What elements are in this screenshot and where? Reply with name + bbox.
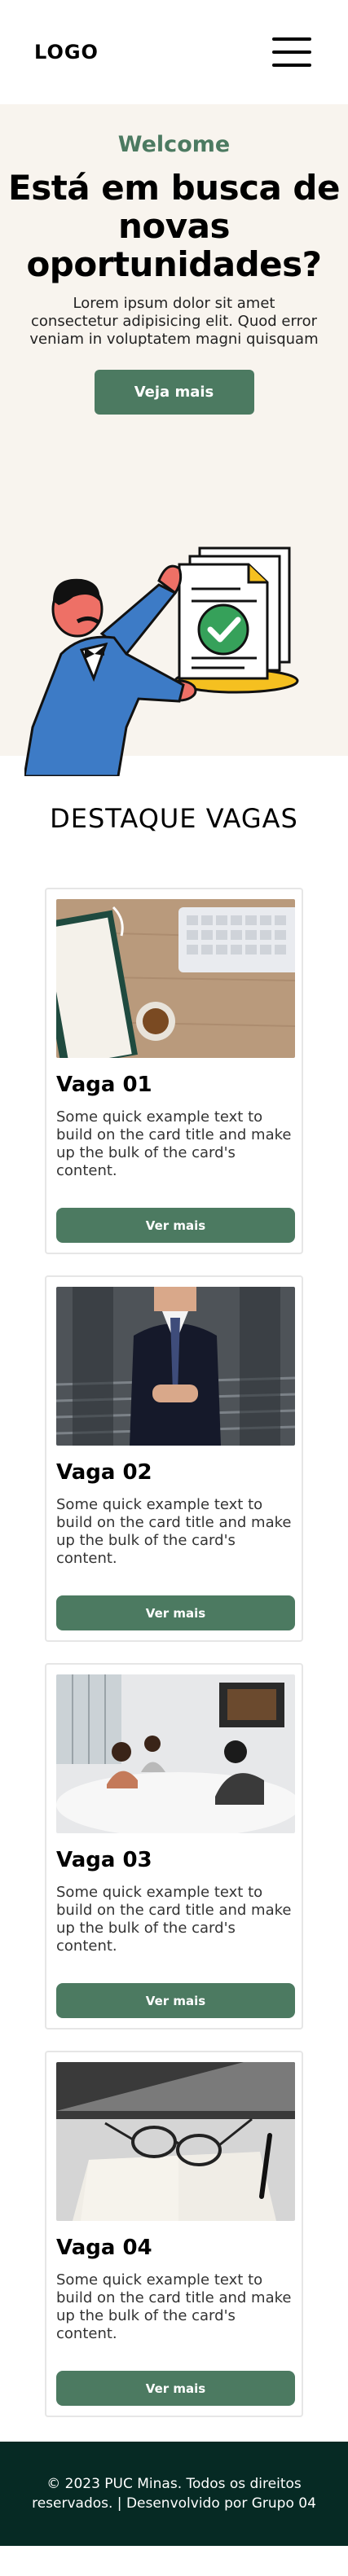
job-card: Vaga 03 Some quick example text to build… (45, 1663, 303, 2030)
hero-text: Lorem ipsum dolor sit amet consectetur a… (29, 295, 319, 348)
hamburger-menu-icon[interactable] (272, 37, 311, 67)
meeting-room-photo (56, 1674, 295, 1833)
desk-keyboard-coffee-photo (56, 899, 295, 1058)
job-card: Vaga 01 Some quick example text to build… (45, 888, 303, 1254)
menu-line (272, 64, 311, 67)
card-title: Vaga 04 (56, 2236, 152, 2260)
card-title: Vaga 02 (56, 1460, 152, 1485)
card-text: Some quick example text to build on the … (56, 1884, 292, 1955)
card-see-more-button[interactable]: Ver mais (56, 1595, 295, 1630)
card-text: Some quick example text to build on the … (56, 2271, 292, 2342)
footer-text: © 2023 PUC Minas. Todos os direitos rese… (32, 2476, 316, 2512)
hero-see-more-button[interactable]: Veja mais (94, 370, 254, 415)
menu-line (272, 50, 311, 54)
job-card: Vaga 02 Some quick example text to build… (45, 1275, 303, 1642)
job-card: Vaga 04 Some quick example text to build… (45, 2051, 303, 2417)
card-see-more-button[interactable]: Ver mais (56, 1208, 295, 1243)
hero-section: Welcome Está em busca de novas oportunid… (0, 104, 348, 776)
glasses-notebook-pen-photo (56, 2062, 295, 2221)
card-text: Some quick example text to build on the … (56, 1108, 292, 1179)
card-title: Vaga 03 (56, 1848, 152, 1872)
hero-welcome: Welcome (117, 132, 231, 157)
man-presenting-approved-documents-illustration (24, 546, 299, 776)
card-see-more-button[interactable]: Ver mais (56, 1983, 295, 2018)
menu-line (272, 37, 311, 41)
job-cards-list: Vaga 01 Some quick example text to build… (0, 834, 348, 2417)
card-see-more-button[interactable]: Ver mais (56, 2371, 295, 2406)
site-header: LOGO (0, 0, 348, 104)
card-title: Vaga 01 (56, 1073, 152, 1097)
logo[interactable]: LOGO (34, 41, 99, 64)
site-footer: © 2023 PUC Minas. Todos os direitos rese… (0, 2442, 348, 2546)
hero-title: Está em busca de novas oportunidades? (8, 168, 340, 284)
card-text: Some quick example text to build on the … (56, 1496, 292, 1567)
businessman-suit-photo (56, 1287, 295, 1446)
section-title: DESTAQUE VAGAS (50, 803, 298, 834)
